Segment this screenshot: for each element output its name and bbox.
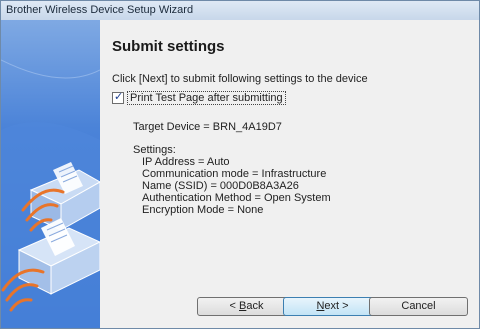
next-button-rest: ext > xyxy=(324,300,349,312)
window-title: Brother Wireless Device Setup Wizard xyxy=(6,4,194,16)
setting-ip-address: IP Address = Auto xyxy=(142,156,230,168)
setting-ssid: Name (SSID) = 000D0B8A3A26 xyxy=(142,180,299,192)
target-device-text: Target Device = BRN_4A19D7 xyxy=(133,121,282,133)
setting-authentication-method: Authentication Method = Open System xyxy=(142,192,331,204)
back-button[interactable]: < Back xyxy=(197,297,296,316)
page-title: Submit settings xyxy=(112,38,225,55)
wireless-printers-illustration xyxy=(1,59,100,328)
back-button-prefix: < xyxy=(229,300,239,312)
setting-communication-mode: Communication mode = Infrastructure xyxy=(142,168,327,180)
sidebar-banner xyxy=(1,20,100,328)
checkmark-icon: ✓ xyxy=(114,91,124,103)
wizard-window: Brother Wireless Device Setup Wizard Sub… xyxy=(0,0,480,329)
print-test-page-checkbox[interactable]: ✓ xyxy=(112,91,124,104)
print-test-page-label[interactable]: Print Test Page after submitting xyxy=(127,91,286,105)
back-button-rest: ack xyxy=(246,300,264,312)
wizard-content: Submit settings Click [Next] to submit f… xyxy=(100,20,479,328)
next-button[interactable]: Next > xyxy=(283,297,382,316)
settings-header: Settings: xyxy=(133,144,176,156)
title-bar[interactable]: Brother Wireless Device Setup Wizard xyxy=(1,1,479,21)
cancel-button[interactable]: Cancel xyxy=(369,297,468,316)
setting-encryption-mode: Encryption Mode = None xyxy=(142,204,264,216)
instruction-text: Click [Next] to submit following setting… xyxy=(112,73,368,85)
